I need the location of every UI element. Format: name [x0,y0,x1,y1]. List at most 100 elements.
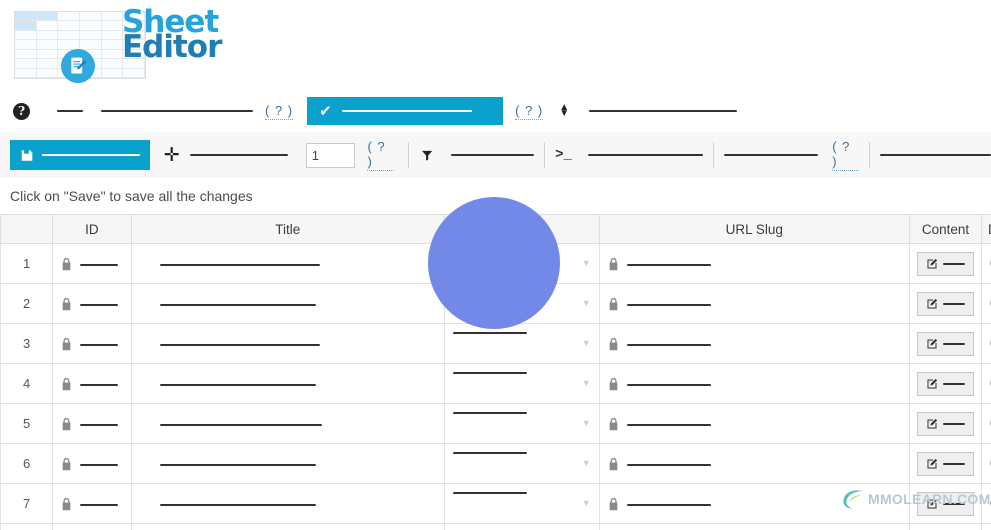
edit-button-label [942,262,965,265]
cell-hidden-value [453,491,528,494]
cell-url-slug[interactable] [598,403,910,444]
cell-content[interactable] [908,483,983,524]
column-header-url-slug[interactable]: URL Slug [598,214,910,244]
cell-title[interactable] [130,243,446,284]
edit-content-button[interactable] [916,331,974,356]
question-circle-icon[interactable]: ? [13,102,30,120]
cell-date[interactable]: 04-30 [981,443,991,484]
chevron-down-icon[interactable]: ▼ [582,484,591,523]
cell-hidden[interactable]: ▼ [444,323,600,364]
table-row[interactable]: 5 ▼ 04-30 [0,403,991,444]
lock-icon [61,298,72,311]
save-button[interactable] [10,140,150,170]
cell-id[interactable] [52,443,132,484]
table-row[interactable]: 8▼ [0,523,991,530]
cell-id[interactable] [52,323,132,364]
pencil-square-icon [927,298,938,308]
cell-title[interactable] [130,523,446,530]
table-row[interactable]: 7 ▼ 04-30 [0,483,991,524]
chevron-down-icon[interactable]: ▼ [582,364,591,403]
logo-grid-cell [15,59,37,69]
cell-url-slug[interactable] [598,523,910,530]
cell-id[interactable] [52,523,132,530]
chevron-down-icon[interactable]: ▼ [582,324,591,363]
cell-content[interactable] [908,403,983,444]
row-number: 1 [0,243,54,284]
cell-hidden[interactable]: ▼ [444,363,600,404]
cell-hidden-value [453,331,528,334]
cell-date[interactable]: 05-01 [981,363,991,404]
cell-title[interactable] [130,323,446,364]
help-link-extra[interactable]: ( ? ) [832,139,859,171]
cell-content[interactable] [908,443,983,484]
cell-date[interactable]: 05-02 [981,243,991,284]
edit-content-button[interactable] [916,251,974,276]
chevron-down-icon[interactable]: ▼ [582,244,591,283]
edit-content-button[interactable] [916,411,974,436]
edit-content-button[interactable] [916,451,974,476]
cell-id[interactable] [52,363,132,404]
logo-text-editor: Editor [122,29,222,65]
cell-hidden[interactable]: ▼ [444,523,600,530]
terminal-icon[interactable]: >_ [555,147,572,163]
help-link-2[interactable]: ( ? ) [515,103,544,120]
plus-icon[interactable]: ✛ [164,146,180,165]
cell-content[interactable] [908,363,983,404]
cell-date[interactable]: 05-01 [981,323,991,364]
table-row[interactable]: 4 ▼ 05-01 [0,363,991,404]
cell-title[interactable] [130,363,446,404]
cell-date[interactable]: 04-30 [981,403,991,444]
rows-count-input[interactable]: 1 [305,142,356,168]
column-header-title[interactable]: Title [130,214,446,244]
column-header-id[interactable]: ID [52,214,132,244]
cell-content[interactable] [908,243,983,284]
cell-url-slug[interactable] [598,323,910,364]
logo-grid-cell [101,21,124,31]
chevron-down-icon[interactable]: ▼ [582,524,591,530]
logo-grid-cell [36,30,59,41]
extra-action-label [723,154,819,156]
chevron-down-icon[interactable]: ▼ [582,284,591,323]
help-link-rows[interactable]: ( ? ) [367,139,394,171]
apply-action-button[interactable]: ✔ [307,97,504,125]
chevron-down-icon[interactable]: ▼ [582,444,591,483]
column-header-rownum[interactable] [0,214,54,244]
toolbar-divider-4 [868,142,870,168]
cell-hidden[interactable]: ▼ [444,403,600,444]
cell-date[interactable]: 05-02 [981,283,991,324]
chevron-down-icon[interactable]: ▼ [582,404,591,443]
cell-content[interactable] [908,323,983,364]
funnel-icon[interactable] [421,149,433,162]
cell-title[interactable] [130,403,446,444]
cell-date[interactable] [981,523,991,530]
cell-url-slug[interactable] [598,283,910,324]
cell-id[interactable] [52,403,132,444]
help-link-1[interactable]: ( ? ) [265,103,294,120]
edit-content-button[interactable] [916,371,974,396]
cell-title[interactable] [130,443,446,484]
cell-url-slug[interactable] [598,243,910,284]
cell-id[interactable] [52,283,132,324]
cell-id[interactable] [52,243,132,284]
cell-title[interactable] [130,483,446,524]
sort-updown-icon[interactable]: ▲ ▼ [559,103,569,119]
cell-url-slug[interactable] [598,443,910,484]
edit-content-button[interactable] [916,291,974,316]
cell-url-slug[interactable] [598,483,910,524]
logo-grid-cell [58,30,80,41]
cell-title[interactable] [130,283,446,324]
column-header-date[interactable]: D [981,214,991,244]
column-header-content[interactable]: Content [908,214,983,244]
cell-url-slug-value [626,423,711,426]
table-row[interactable]: 6 ▼ 04-30 [0,443,991,484]
cell-url-slug[interactable] [598,363,910,404]
edit-content-button[interactable] [916,491,974,516]
cell-content[interactable] [908,523,983,530]
cell-content[interactable] [908,283,983,324]
cell-id[interactable] [52,483,132,524]
cell-date[interactable]: 04-30 [981,483,991,524]
table-row[interactable]: 3 ▼ 05-01 [0,323,991,364]
cell-hidden[interactable]: ▼ [444,483,600,524]
cell-title-value [159,303,316,306]
cell-hidden[interactable]: ▼ [444,443,600,484]
